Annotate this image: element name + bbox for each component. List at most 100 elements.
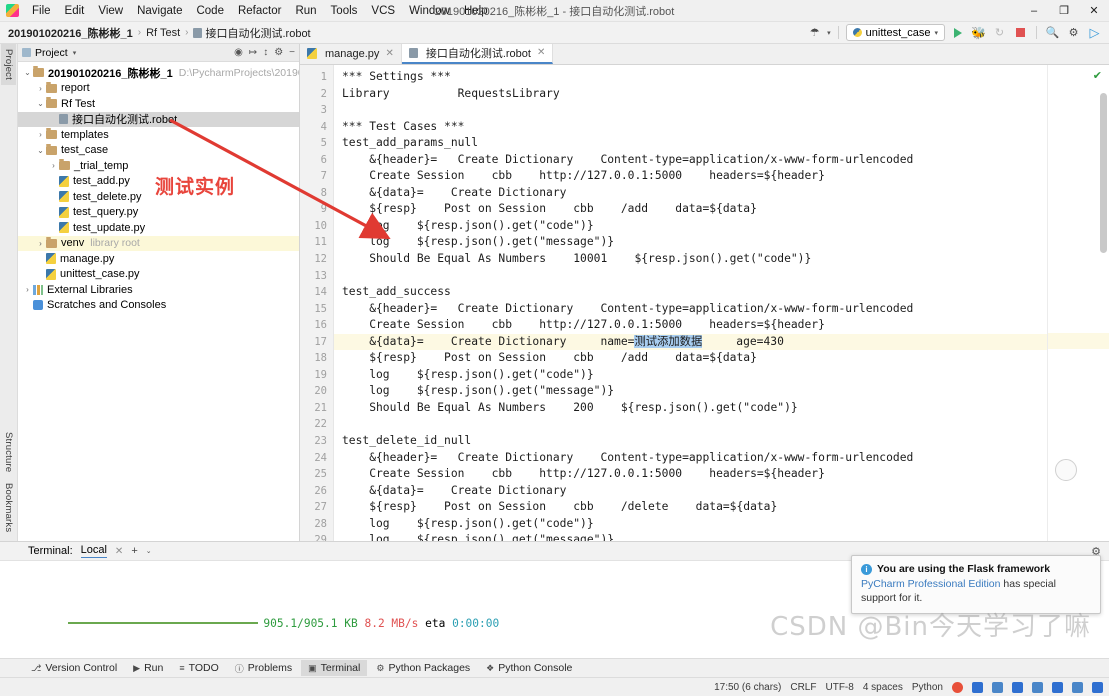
- menu-refactor[interactable]: Refactor: [231, 3, 288, 19]
- ime-emoji-icon[interactable]: [1052, 681, 1063, 693]
- sidebar-item-project[interactable]: Project: [1, 44, 16, 85]
- gear-icon[interactable]: ⚙: [1065, 24, 1082, 41]
- search-icon[interactable]: 🔍: [1044, 24, 1061, 41]
- toolwindow-button-run[interactable]: ▶ Run: [126, 660, 170, 676]
- code-line-22[interactable]: [342, 416, 1047, 433]
- code-line-12[interactable]: Should Be Equal As Numbers 10001 ${resp.…: [342, 251, 1047, 268]
- code-line-20[interactable]: log ${resp.json().get("message")}: [342, 383, 1047, 400]
- chevron-down-icon[interactable]: ▾: [827, 29, 831, 37]
- terminal-tab-close-icon[interactable]: ✕: [115, 546, 123, 557]
- code-area[interactable]: *** Settings *** Library RequestsLibrary …: [334, 65, 1047, 541]
- code-line-15[interactable]: &{header}= Create Dictionary Content-typ…: [342, 301, 1047, 318]
- code-line-29[interactable]: log ${resp.json().get("message")}: [342, 532, 1047, 541]
- chevron-down-icon[interactable]: ▾: [73, 49, 77, 57]
- tree-node-14[interactable]: › External Libraries: [18, 282, 299, 298]
- code-line-27[interactable]: ${resp} Post on Session cbb /delete data…: [342, 499, 1047, 516]
- code-line-10[interactable]: log ${resp.json().get("code")}: [342, 218, 1047, 235]
- tree-toggle-icon[interactable]: ›: [22, 285, 33, 294]
- tree-node-12[interactable]: manage.py: [18, 251, 299, 267]
- stop-button[interactable]: [1012, 24, 1029, 41]
- expand-icon[interactable]: ↕: [263, 47, 268, 58]
- python-interpreter[interactable]: Python: [912, 682, 943, 693]
- tree-toggle-icon[interactable]: ›: [35, 239, 46, 248]
- menu-view[interactable]: View: [91, 3, 130, 19]
- run-button[interactable]: [949, 24, 966, 41]
- target-icon[interactable]: ◉: [234, 47, 243, 58]
- sidebar-item-structure[interactable]: Structure: [1, 427, 16, 477]
- updates-icon[interactable]: ▷: [1086, 24, 1103, 41]
- breadcrumb-project[interactable]: 201901020216_陈彬彬_1: [8, 25, 133, 41]
- notification-balloon[interactable]: i You are using the Flask framework PyCha…: [851, 555, 1101, 614]
- tree-node-2[interactable]: ⌄ Rf Test: [18, 96, 299, 112]
- code-line-19[interactable]: log ${resp.json().get("code")}: [342, 367, 1047, 384]
- toolwindow-button-python-console[interactable]: ❖ Python Console: [479, 660, 579, 676]
- menu-code[interactable]: Code: [189, 3, 231, 19]
- toolwindow-button-python-packages[interactable]: ⚙ Python Packages: [369, 660, 477, 676]
- collapse-icon[interactable]: ↦: [249, 47, 257, 58]
- breadcrumb-folder[interactable]: Rf Test: [146, 27, 180, 39]
- code-line-6[interactable]: &{header}= Create Dictionary Content-typ…: [342, 152, 1047, 169]
- code-line-28[interactable]: log ${resp.json().get("code")}: [342, 516, 1047, 533]
- tree-node-11[interactable]: › venv library root: [18, 235, 299, 251]
- code-line-1[interactable]: *** Settings ***: [342, 69, 1047, 86]
- ime-mic-icon[interactable]: [1012, 681, 1023, 693]
- code-line-24[interactable]: &{header}= Create Dictionary Content-typ…: [342, 450, 1047, 467]
- tree-node-13[interactable]: unittest_case.py: [18, 267, 299, 283]
- code-line-25[interactable]: Create Session cbb http://127.0.0.1:5000…: [342, 466, 1047, 483]
- menu-run[interactable]: Run: [288, 3, 323, 19]
- tree-node-5[interactable]: ⌄ test_case: [18, 143, 299, 159]
- profile-icon[interactable]: ☂: [806, 24, 823, 41]
- terminal-add-button[interactable]: +: [131, 545, 137, 557]
- ime-keyboard-icon[interactable]: [1032, 681, 1043, 693]
- code-line-11[interactable]: log ${resp.json().get("message")}: [342, 234, 1047, 251]
- tree-node-9[interactable]: test_query.py: [18, 205, 299, 221]
- ime-tool-icon[interactable]: [1072, 681, 1083, 693]
- code-line-16[interactable]: Create Session cbb http://127.0.0.1:5000…: [342, 317, 1047, 334]
- run-configuration-selector[interactable]: unittest_case ▾: [845, 24, 945, 41]
- ime-grid-icon[interactable]: [1092, 681, 1103, 693]
- menu-tools[interactable]: Tools: [324, 3, 365, 19]
- toolwindow-button-version-control[interactable]: ⎇ Version Control: [24, 660, 124, 676]
- code-line-14[interactable]: test_add_success: [342, 284, 1047, 301]
- notification-link[interactable]: PyCharm Professional Edition: [861, 578, 1000, 590]
- ime-punct-icon[interactable]: [992, 681, 1003, 693]
- ime-chinese-icon[interactable]: [972, 681, 983, 693]
- tree-node-1[interactable]: › report: [18, 81, 299, 97]
- toolwindow-button-todo[interactable]: ≡ TODO: [172, 660, 225, 676]
- menu-navigate[interactable]: Navigate: [130, 3, 189, 19]
- editor-scrollbar-thumb[interactable]: [1100, 93, 1107, 253]
- code-line-2[interactable]: Library RequestsLibrary: [342, 86, 1047, 103]
- code-line-13[interactable]: [342, 268, 1047, 285]
- tree-toggle-icon[interactable]: ⌄: [35, 99, 46, 108]
- minimize-icon[interactable]: −: [289, 47, 295, 58]
- code-line-17[interactable]: &{data}= Create Dictionary name=测试添加数据 a…: [334, 333, 1047, 351]
- menu-vcs[interactable]: VCS: [364, 3, 402, 19]
- code-line-26[interactable]: &{data}= Create Dictionary: [342, 483, 1047, 500]
- code-line-18[interactable]: ${resp} Post on Session cbb /add data=${…: [342, 350, 1047, 367]
- tree-toggle-icon[interactable]: ›: [35, 84, 46, 93]
- editor-tab-0[interactable]: manage.py ✕: [300, 43, 402, 64]
- tree-node-15[interactable]: Scratches and Consoles: [18, 298, 299, 314]
- sidebar-item-bookmarks[interactable]: Bookmarks: [1, 478, 16, 537]
- toolwindow-button-problems[interactable]: ⓘ Problems: [228, 660, 299, 677]
- chevron-down-icon[interactable]: ⌄: [146, 547, 152, 555]
- menu-file[interactable]: File: [25, 3, 58, 19]
- code-line-5[interactable]: test_add_params_null: [342, 135, 1047, 152]
- breadcrumb-file[interactable]: 接口自动化测试.robot: [205, 25, 310, 41]
- code-line-3[interactable]: [342, 102, 1047, 119]
- tree-toggle-icon[interactable]: ›: [35, 130, 46, 139]
- code-line-21[interactable]: Should Be Equal As Numbers 200 ${resp.js…: [342, 400, 1047, 417]
- code-line-8[interactable]: &{data}= Create Dictionary: [342, 185, 1047, 202]
- close-button[interactable]: ✕: [1079, 0, 1109, 22]
- toolwindow-button-terminal[interactable]: ▣ Terminal: [301, 660, 368, 676]
- code-line-7[interactable]: Create Session cbb http://127.0.0.1:5000…: [342, 168, 1047, 185]
- caret-position[interactable]: 17:50 (6 chars): [714, 682, 781, 693]
- inspection-ok-icon[interactable]: ✔: [1093, 69, 1102, 82]
- file-encoding[interactable]: UTF-8: [825, 682, 853, 693]
- tree-toggle-icon[interactable]: ⌄: [35, 146, 46, 155]
- minimize-button[interactable]: –: [1019, 0, 1049, 22]
- tree-node-10[interactable]: test_update.py: [18, 220, 299, 236]
- code-line-23[interactable]: test_delete_id_null: [342, 433, 1047, 450]
- coverage-button[interactable]: ↻: [991, 24, 1008, 41]
- menu-edit[interactable]: Edit: [58, 3, 92, 19]
